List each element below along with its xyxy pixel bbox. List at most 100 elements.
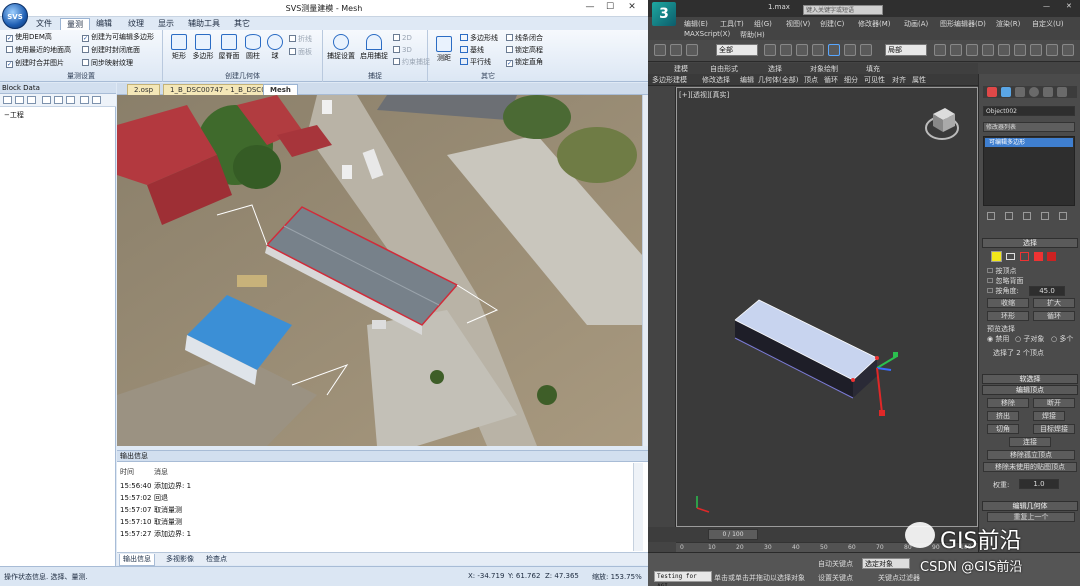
menu-rendering[interactable]: 渲染(R): [996, 19, 1020, 29]
vertices[interactable]: 顶点: [804, 75, 818, 85]
check-lock-elevation[interactable]: 锁定高程: [506, 46, 543, 55]
polygon-button[interactable]: 多边形: [191, 34, 215, 60]
key-filter-dropdown[interactable]: 选定对象: [862, 558, 910, 569]
tree-root-item[interactable]: 工程: [10, 111, 24, 119]
modifier-list-dropdown[interactable]: 修改器列表: [983, 122, 1075, 132]
minimize-button[interactable]: —: [580, 2, 600, 15]
menu-create[interactable]: 创建(C): [820, 19, 844, 29]
unlink-icon[interactable]: [670, 44, 682, 56]
by-angle-option[interactable]: ☐ 按角度:: [987, 286, 1019, 296]
extrude-button[interactable]: 挤出: [987, 411, 1019, 421]
menu-file[interactable]: 文件: [30, 18, 58, 30]
max-logo-icon[interactable]: 3: [652, 2, 676, 26]
remove-unused-map-button[interactable]: 移除未使用的贴图顶点: [983, 462, 1077, 472]
shrink-button[interactable]: 收缩: [987, 298, 1029, 308]
properties[interactable]: 属性: [912, 75, 926, 85]
grow-button[interactable]: 扩大: [1033, 298, 1075, 308]
window-crossing-icon[interactable]: [812, 44, 824, 56]
check-close-bottom[interactable]: 创建时封闭底面: [82, 46, 140, 55]
loops[interactable]: 循环: [824, 75, 838, 85]
menu-other[interactable]: 其它: [228, 18, 256, 30]
move-icon[interactable]: [828, 44, 840, 56]
preview-multi-radio[interactable]: ○ 多个: [1051, 334, 1073, 344]
set-key-button[interactable]: 设置关键点: [818, 573, 853, 583]
menu-edit[interactable]: 编辑: [90, 18, 118, 30]
menu-view[interactable]: 视图(V): [786, 19, 810, 29]
save-icon[interactable]: [27, 96, 36, 104]
export-icon[interactable]: [92, 96, 101, 104]
menu-texture[interactable]: 纹理: [122, 18, 150, 30]
percent-snap-icon[interactable]: [982, 44, 994, 56]
make-unique-icon[interactable]: [1023, 212, 1031, 220]
doc-tab-mesh[interactable]: Mesh: [263, 84, 298, 95]
link-icon[interactable]: [654, 44, 666, 56]
render-frame-icon[interactable]: [1062, 44, 1074, 56]
mesh-view[interactable]: [117, 95, 642, 446]
visibility[interactable]: 可见性: [864, 75, 885, 85]
menu-edit[interactable]: 编辑(E): [684, 19, 708, 29]
vertex-icon[interactable]: [991, 251, 1002, 262]
polyline-tool-button[interactable]: 多边形线: [460, 34, 498, 43]
selection-rollout[interactable]: 选择: [982, 238, 1078, 248]
render-icon[interactable]: [1046, 44, 1058, 56]
output-scrollbar[interactable]: [633, 463, 643, 551]
geometry-all[interactable]: 几何体(全部): [758, 75, 798, 85]
modify-tab-icon[interactable]: [1001, 87, 1011, 97]
edit-vertices-rollout[interactable]: 编辑顶点: [982, 385, 1078, 395]
by-vertex-option[interactable]: ☐ 按顶点: [987, 266, 1017, 276]
tab-populate[interactable]: 填充: [866, 64, 880, 74]
tab-freeform[interactable]: 自由形式: [710, 64, 738, 74]
align[interactable]: 对齐: [892, 75, 906, 85]
check-nearest-ground[interactable]: 使用最近的地面高: [6, 46, 71, 55]
maximize-button[interactable]: ☐: [600, 2, 620, 15]
menu-help[interactable]: 帮助(H): [740, 30, 765, 40]
element-icon[interactable]: [1047, 252, 1056, 261]
select-by-name-icon[interactable]: [780, 44, 792, 56]
align-icon[interactable]: [1014, 44, 1026, 56]
check-sync-texture[interactable]: 同步映射纹理: [82, 59, 133, 68]
soft-selection-rollout[interactable]: 软选择: [982, 374, 1078, 384]
maxscript-listener[interactable]: Testing for AGI: [654, 571, 712, 586]
cylinder-button[interactable]: 圆柱: [243, 34, 263, 60]
remove-isolated-button[interactable]: 移除孤立顶点: [987, 450, 1075, 460]
configure-icon[interactable]: [1059, 212, 1067, 220]
rotate-icon[interactable]: [844, 44, 856, 56]
menu-customize[interactable]: 自定义(U): [1032, 19, 1064, 29]
close-button[interactable]: ✕: [1066, 2, 1072, 10]
baseline-button[interactable]: 基线: [460, 46, 484, 55]
search-input[interactable]: 键入关键字或短语: [803, 5, 883, 15]
menu-graph-editors[interactable]: 图形编辑器(D): [940, 19, 986, 29]
check-editable-poly[interactable]: ✓ 创建为可编辑多边形: [82, 33, 154, 42]
track-bar[interactable]: 0 10 20 30 40 50 60 70 80 90 100: [676, 542, 978, 552]
settings-icon[interactable]: [80, 96, 89, 104]
motion-tab-icon[interactable]: [1029, 87, 1039, 97]
menu-display[interactable]: 显示: [152, 18, 180, 30]
connect-button[interactable]: 连接: [1009, 437, 1051, 447]
ring-button[interactable]: 环形: [987, 311, 1029, 321]
menu-measure[interactable]: 量测: [60, 18, 90, 30]
tab-object-paint[interactable]: 对象绘制: [810, 64, 838, 74]
object-name-field[interactable]: Object002: [983, 106, 1075, 116]
rectangle-button[interactable]: 矩形: [169, 34, 189, 60]
copy-icon[interactable]: [66, 96, 75, 104]
preview-disabled-radio[interactable]: ◉ 禁用: [987, 334, 1009, 344]
modify-selection[interactable]: 修改选择: [702, 75, 730, 85]
utilities-tab-icon[interactable]: [1057, 87, 1067, 97]
display-tab-icon[interactable]: [1043, 87, 1053, 97]
target-weld-button[interactable]: 目标焊接: [1033, 424, 1075, 434]
menu-tools[interactable]: 辅助工具: [182, 18, 226, 30]
polygon-icon[interactable]: [1034, 252, 1043, 261]
mirror-icon[interactable]: [998, 44, 1010, 56]
snap-settings-button[interactable]: 捕捉设置: [325, 34, 357, 60]
border-icon[interactable]: [1020, 252, 1029, 261]
hierarchy-tab-icon[interactable]: [1015, 87, 1025, 97]
doc-tab-osp[interactable]: 2.osp: [127, 84, 161, 95]
break-button[interactable]: 断开: [1033, 398, 1075, 408]
remove-modifier-icon[interactable]: [1041, 212, 1049, 220]
close-button[interactable]: ✕: [622, 2, 642, 15]
remove-icon[interactable]: [54, 96, 63, 104]
minimize-button[interactable]: —: [1043, 2, 1050, 10]
preview-subobject-radio[interactable]: ○ 子对象: [1015, 334, 1044, 344]
menu-modifiers[interactable]: 修改器(M): [858, 19, 891, 29]
check-close-line[interactable]: 线条闭合: [506, 34, 543, 43]
